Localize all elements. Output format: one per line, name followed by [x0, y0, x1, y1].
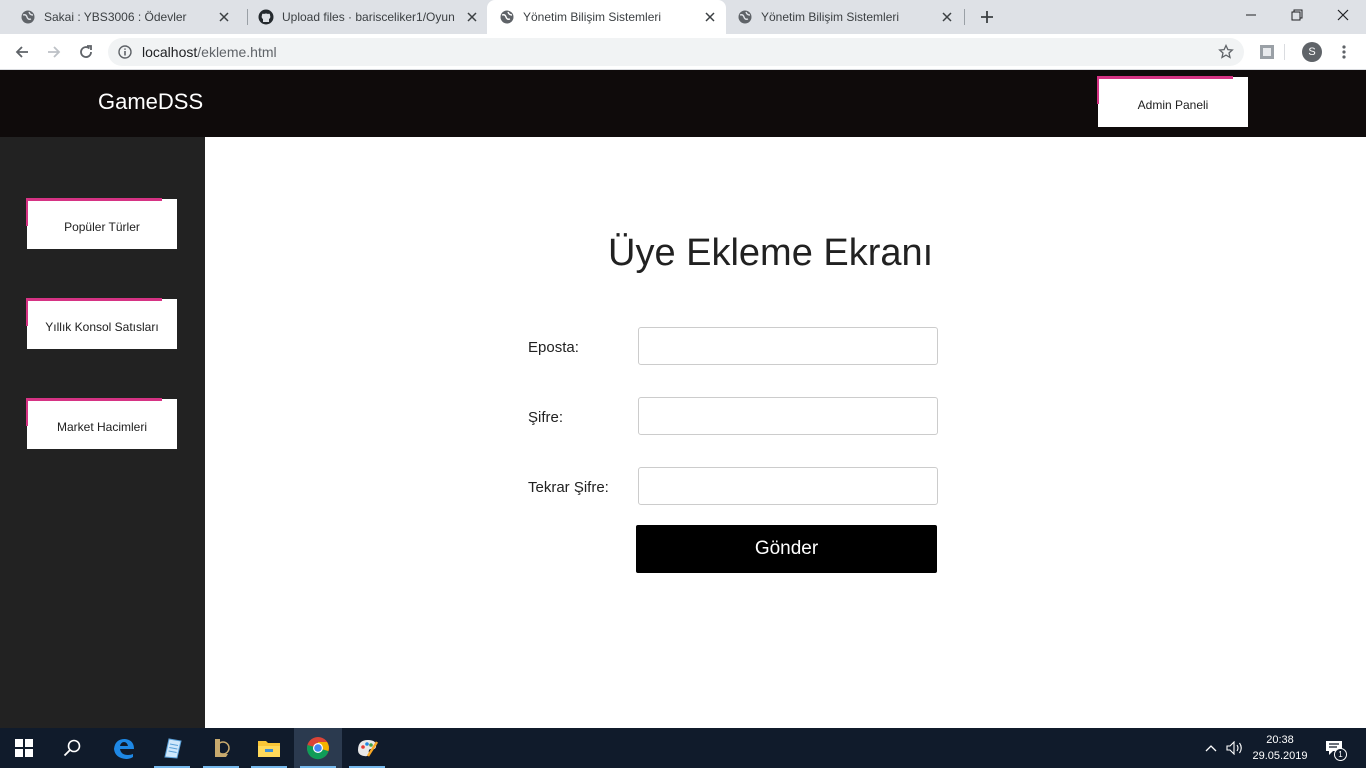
tab-title: Upload files · barisceliker1/Oyun — [282, 10, 455, 24]
start-button[interactable] — [0, 728, 48, 768]
restore-button[interactable] — [1274, 0, 1320, 30]
tab-title: Sakai : YBS3006 : Ödevler — [44, 10, 187, 24]
paint-icon — [358, 740, 379, 757]
file-explorer-icon — [258, 741, 280, 757]
volume-icon[interactable] — [1225, 738, 1245, 758]
notepad-app[interactable] — [148, 728, 196, 768]
plus-icon — [981, 11, 993, 23]
close-tab-icon[interactable] — [939, 9, 955, 25]
taskbar-search-button[interactable] — [48, 728, 96, 768]
github-icon — [258, 9, 274, 25]
tab-title: Yönetim Bilişim Sistemleri — [761, 10, 900, 24]
extension-icon — [1260, 45, 1274, 59]
start-icon — [15, 739, 33, 757]
chevron-up-icon[interactable] — [1201, 738, 1221, 758]
arrow-right-icon — [48, 46, 61, 58]
address-bar[interactable]: localhost/ekleme.html — [108, 38, 1244, 66]
password-repeat-label: Tekrar Şifre: — [528, 479, 609, 496]
edge-app[interactable] — [100, 728, 148, 768]
submit-button[interactable]: Gönder — [636, 525, 937, 573]
page-title: Üye Ekleme Ekranı — [608, 232, 934, 274]
close-tab-icon[interactable] — [464, 9, 480, 25]
password-label: Şifre: — [528, 409, 564, 426]
profile-avatar[interactable]: S — [1302, 42, 1322, 62]
notepad-icon — [164, 738, 182, 759]
reload-icon — [80, 45, 92, 58]
browser-tab[interactable]: Yönetim Bilişim Sistemleri — [727, 0, 963, 34]
sidebar-item-populer-turler[interactable]: Popüler Türler — [26, 198, 177, 249]
sidebar-item-konsol-satislari[interactable]: Yıllık Konsol Satısları — [26, 298, 177, 349]
browser-tab[interactable]: Upload files · barisceliker1/Oyun — [248, 0, 488, 34]
edge-icon — [114, 739, 134, 759]
globe-icon — [499, 9, 515, 25]
password-field[interactable] — [638, 397, 938, 435]
search-icon — [63, 739, 81, 757]
file-explorer-app[interactable] — [245, 728, 293, 768]
close-tab-icon[interactable] — [702, 9, 718, 25]
restore-icon — [1291, 9, 1303, 21]
star-icon[interactable] — [1218, 44, 1234, 60]
tab-title: Yönetim Bilişim Sistemleri — [523, 10, 662, 24]
browser-toolbar: localhost/ekleme.html S — [0, 34, 1366, 70]
notification-badge: 1 — [1334, 748, 1347, 761]
close-icon — [1337, 9, 1349, 21]
minimize-button[interactable] — [1228, 0, 1274, 30]
admin-panel-button[interactable]: Admin Paneli — [1097, 76, 1248, 127]
chrome-icon — [306, 737, 329, 760]
browser-tab[interactable]: Sakai : YBS3006 : Ödevler — [0, 0, 240, 34]
close-window-button[interactable] — [1320, 0, 1366, 30]
info-icon[interactable] — [118, 45, 132, 59]
sidebar-item-market-hacimleri[interactable]: Market Hacimleri — [26, 398, 177, 449]
chrome-app[interactable] — [294, 728, 342, 768]
arrow-left-icon — [15, 46, 28, 58]
more-vertical-icon — [1342, 45, 1346, 59]
clock-date: 29.05.2019 — [1252, 750, 1308, 762]
minimize-icon — [1246, 14, 1256, 16]
menu-button[interactable] — [1330, 38, 1358, 66]
toolbar-divider — [1284, 44, 1285, 60]
paint-app[interactable] — [343, 728, 391, 768]
email-field[interactable] — [638, 327, 938, 365]
url-path: /ekleme.html — [197, 44, 277, 60]
reload-button[interactable] — [72, 38, 100, 66]
globe-icon — [737, 9, 753, 25]
globe-icon — [20, 9, 36, 25]
clock-time: 20:38 — [1266, 734, 1294, 746]
url-host: localhost — [142, 44, 198, 60]
browser-tab-active[interactable]: Yönetim Bilişim Sistemleri — [487, 0, 726, 34]
extension-button[interactable] — [1253, 38, 1281, 66]
back-button[interactable] — [8, 38, 36, 66]
league-icon — [215, 739, 230, 757]
browser-tab-strip: Sakai : YBS3006 : Ödevler Upload files ·… — [0, 0, 1366, 34]
taskbar-clock[interactable]: 20:38 29.05.2019 — [1250, 732, 1310, 764]
league-app[interactable] — [197, 728, 245, 768]
password-repeat-field[interactable] — [638, 467, 938, 505]
notification-center-icon[interactable]: 1 — [1324, 738, 1347, 761]
email-label: Eposta: — [528, 339, 579, 356]
tab-separator — [964, 9, 965, 25]
forward-button[interactable] — [40, 38, 68, 66]
new-tab-button[interactable] — [975, 5, 999, 29]
close-tab-icon[interactable] — [216, 9, 232, 25]
windows-taskbar: 20:38 29.05.2019 1 — [0, 728, 1366, 768]
brand-logo[interactable]: GameDSS — [98, 89, 203, 115]
